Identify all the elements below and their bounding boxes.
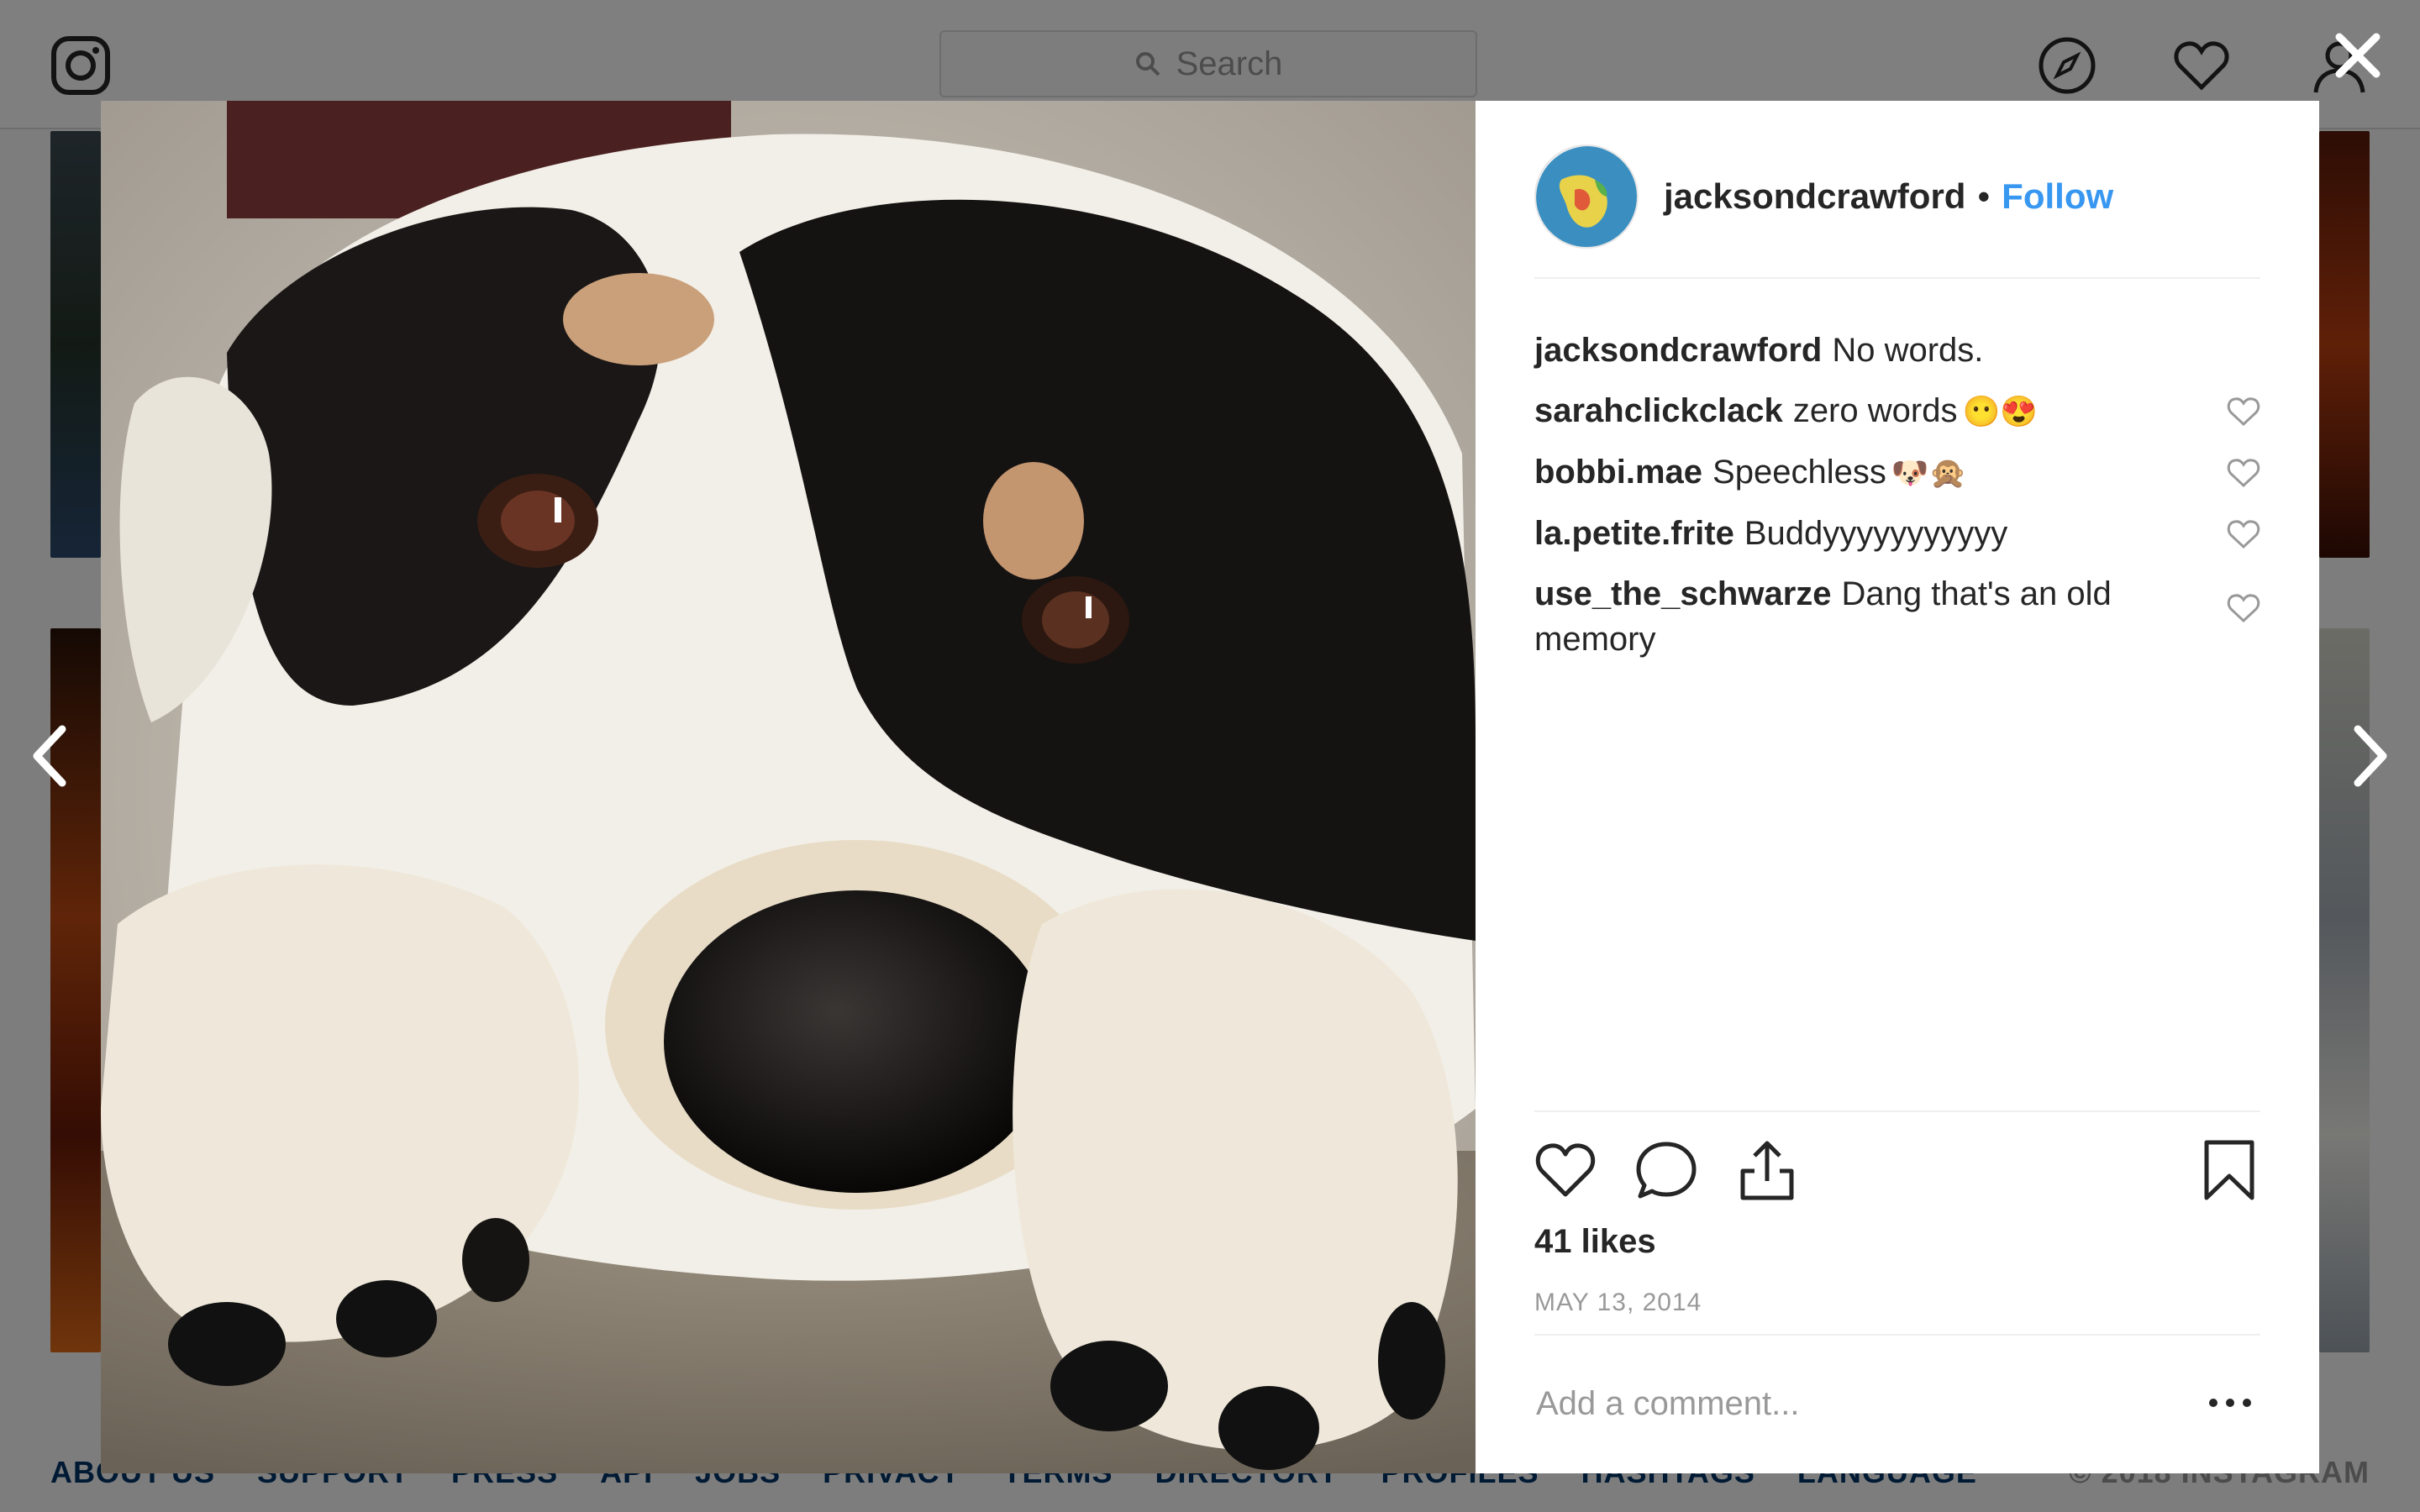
post-modal: jacksondcrawford • Follow jacksondcrawfo… bbox=[101, 101, 2319, 1473]
post-photo[interactable] bbox=[101, 101, 1476, 1473]
like-count[interactable]: 41 likes bbox=[1534, 1223, 1656, 1261]
comment-text: zero words bbox=[1792, 392, 1958, 429]
post-actions-bar bbox=[1534, 1110, 2260, 1221]
comment-text: No words. bbox=[1832, 332, 1984, 369]
post-date: MAY 13, 2014 bbox=[1534, 1289, 1702, 1316]
add-comment-input[interactable] bbox=[1534, 1369, 2176, 1438]
share-icon[interactable] bbox=[1736, 1139, 1798, 1201]
comment-username[interactable]: la.petite.frite bbox=[1534, 515, 1734, 552]
dog-photo bbox=[101, 101, 1476, 1473]
avatar[interactable] bbox=[1534, 144, 1639, 249]
follow-button[interactable]: Follow bbox=[2002, 176, 2113, 217]
comment-item: la.petite.frite Buddyyyyyyyyyyy bbox=[1534, 511, 2260, 556]
comment-username[interactable]: use_the_schwarze bbox=[1534, 575, 1832, 612]
comment-bubble-icon[interactable] bbox=[1635, 1139, 1697, 1201]
comment-like-icon[interactable] bbox=[2227, 458, 2260, 488]
globe-avatar-icon bbox=[1536, 146, 1637, 247]
caption: jacksondcrawford No words. bbox=[1534, 328, 2260, 373]
comment-item: sarahclickclack zero words 😶😍 bbox=[1534, 388, 2260, 434]
comment-item: use_the_schwarze Dang that's an old memor… bbox=[1534, 571, 2260, 662]
like-heart-icon[interactable] bbox=[1534, 1139, 1597, 1201]
comment-list: jacksondcrawford No words. sarahclickclac… bbox=[1534, 328, 2260, 677]
post-details-panel: jacksondcrawford • Follow jacksondcrawfo… bbox=[1476, 101, 2319, 1473]
close-icon[interactable] bbox=[2328, 25, 2388, 86]
more-options-icon[interactable] bbox=[2205, 1386, 2255, 1420]
comment-like-icon[interactable] bbox=[2227, 396, 2260, 427]
chevron-left-icon[interactable] bbox=[25, 722, 76, 790]
comment-item: bobbi.mae Speechless 🐶🙊 bbox=[1534, 449, 2260, 496]
comment-like-icon[interactable] bbox=[2227, 593, 2260, 623]
comment-username[interactable]: jacksondcrawford bbox=[1534, 332, 1822, 369]
comment-username[interactable]: bobbi.mae bbox=[1534, 454, 1702, 491]
post-author-username[interactable]: jacksondcrawford bbox=[1664, 176, 1965, 217]
chevron-right-icon[interactable] bbox=[2344, 722, 2395, 790]
bookmark-icon[interactable] bbox=[2198, 1139, 2260, 1201]
post-header: jacksondcrawford • Follow bbox=[1534, 144, 2260, 279]
comment-text: Speechless bbox=[1712, 454, 1886, 491]
comment-username[interactable]: sarahclickclack bbox=[1534, 392, 1783, 429]
comment-text: Buddyyyyyyyyyyy bbox=[1744, 515, 2008, 552]
comment-emoji: 😶😍 bbox=[1962, 394, 2039, 428]
add-comment-section bbox=[1534, 1334, 2260, 1473]
comment-emoji: 🐶🙊 bbox=[1891, 455, 1967, 490]
separator-dot: • bbox=[1977, 176, 1991, 216]
comment-like-icon[interactable] bbox=[2227, 519, 2260, 549]
